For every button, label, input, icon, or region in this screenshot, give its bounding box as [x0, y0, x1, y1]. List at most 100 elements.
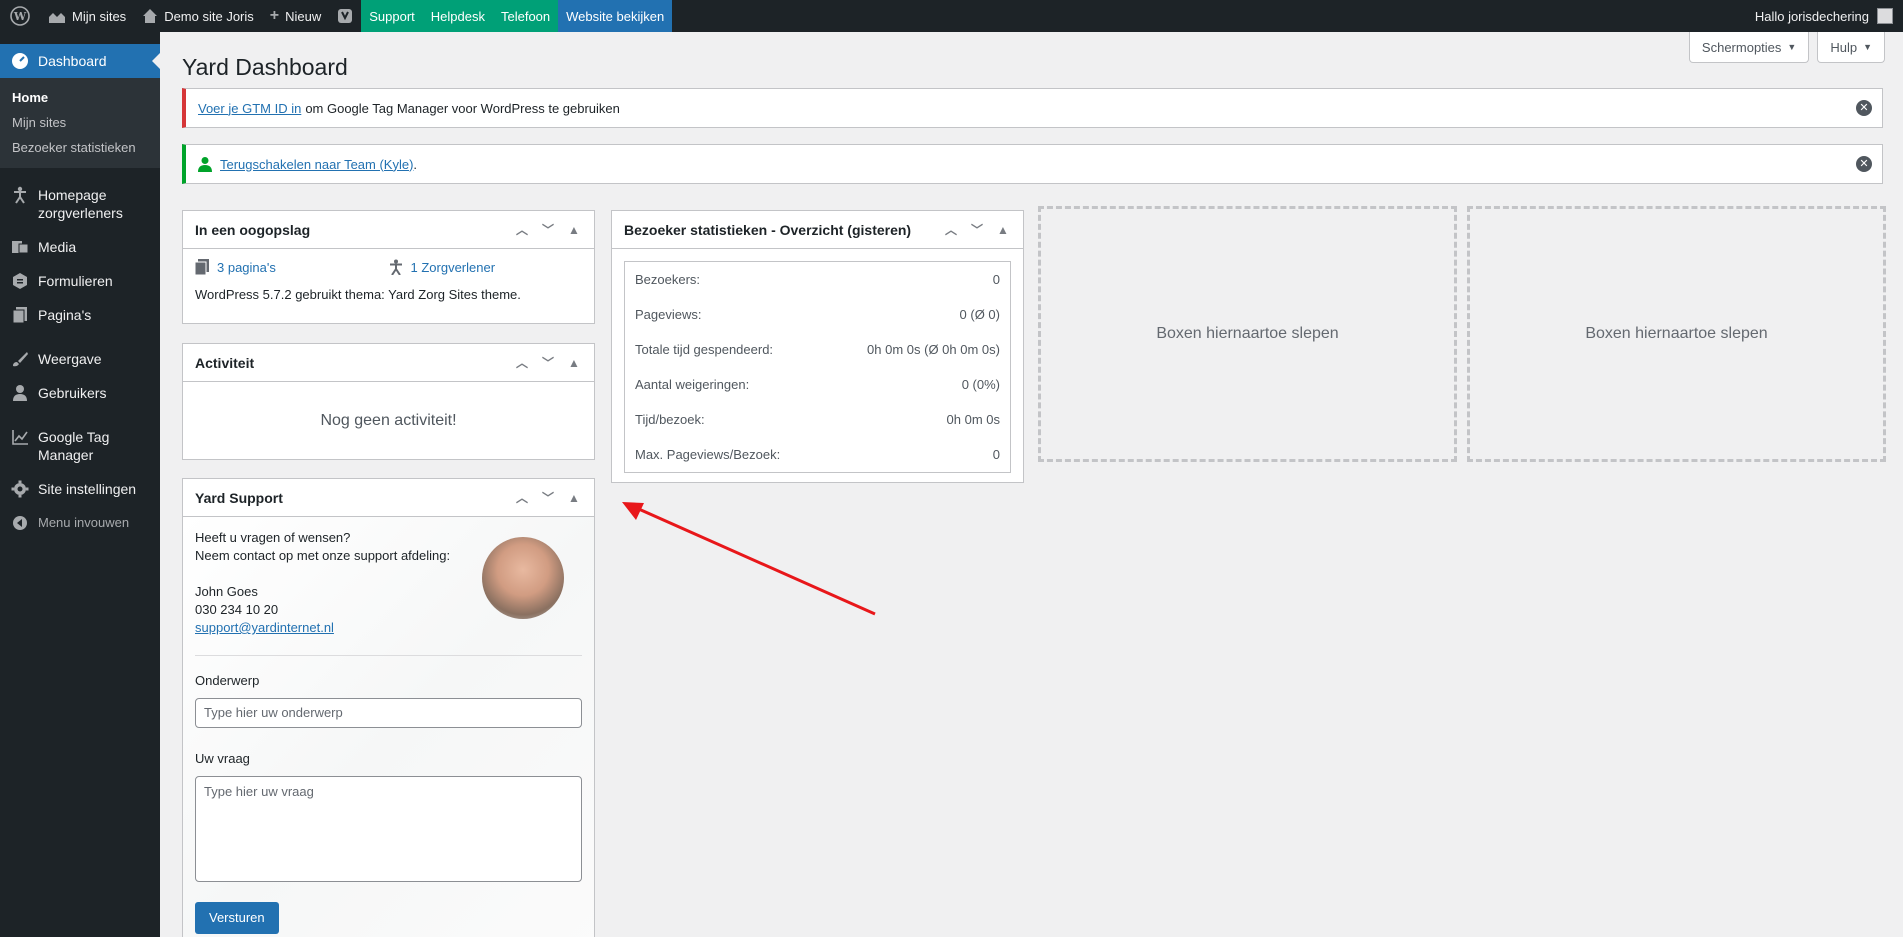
- sidebar-item-label: Formulieren: [38, 273, 113, 289]
- yoast-menu[interactable]: [329, 0, 361, 32]
- pages-count-link[interactable]: 3 pagina's: [217, 260, 276, 275]
- dashboard-submenu: Home Mijn sites Bezoeker statistieken: [0, 78, 160, 168]
- stat-value: 0 (Ø 0): [959, 307, 1000, 322]
- switch-back-link[interactable]: Terugschakelen naar Team (Kyle): [220, 157, 413, 172]
- widget-header[interactable]: Activiteit ︿ ﹀ ▲: [183, 344, 594, 382]
- avatar: [1877, 8, 1893, 24]
- support-contact-photo: [482, 537, 564, 619]
- widget-title: Activiteit: [195, 354, 255, 371]
- sidebar-item-label: Homepage zorgverleners: [38, 187, 123, 221]
- stats-table: Bezoekers: 0 Pageviews: 0 (Ø 0) Totale tij…: [624, 261, 1011, 473]
- submenu-my-sites[interactable]: Mijn sites: [0, 110, 160, 135]
- table-row: Aantal weigeringen: 0 (0%): [625, 367, 1010, 402]
- stat-label: Bezoekers:: [635, 272, 701, 287]
- sidebar-item-pages[interactable]: Pagina's: [0, 298, 160, 332]
- sidebar-item-label: Pagina's: [38, 307, 92, 323]
- svg-text:W: W: [13, 10, 27, 23]
- my-sites-menu[interactable]: Mijn sites: [40, 0, 134, 32]
- toggle-arrow-icon[interactable]: ▲: [566, 356, 582, 370]
- help-label: Hulp: [1830, 39, 1858, 55]
- move-down-icon[interactable]: ﹀: [540, 489, 556, 506]
- new-content-label: Nieuw: [285, 8, 322, 24]
- dismiss-icon[interactable]: ✕: [1856, 156, 1872, 172]
- page-title: Yard Dashboard: [182, 54, 348, 80]
- dashboard-icon: [10, 52, 30, 70]
- stat-label: Pageviews:: [635, 307, 702, 322]
- move-up-icon[interactable]: ︿: [514, 489, 530, 506]
- yoast-icon: [337, 7, 353, 25]
- site-name-menu[interactable]: Demo site Joris: [134, 0, 262, 32]
- drop-zone-column-3[interactable]: Boxen hiernaartoe slepen: [1038, 206, 1457, 462]
- toggle-arrow-icon[interactable]: ▲: [566, 491, 582, 505]
- sidebar-item-label: Dashboard: [38, 53, 107, 69]
- sidebar-item-forms[interactable]: Formulieren: [0, 264, 160, 298]
- sidebar-item-media[interactable]: Media: [0, 230, 160, 264]
- gtm-id-link[interactable]: Voer je GTM ID in: [198, 101, 301, 116]
- widget-title: In een oogopslag: [195, 221, 311, 238]
- screen-options-button[interactable]: Schermopties ▼: [1688, 32, 1810, 63]
- collapse-menu-button[interactable]: Menu invouwen: [0, 506, 160, 540]
- admin-bar: W Mijn sites Demo site Joris + Nieuw Sup…: [0, 0, 1903, 32]
- sidebar-item-dashboard[interactable]: Dashboard: [0, 44, 160, 78]
- annotation-arrow: [622, 502, 876, 616]
- dismiss-icon[interactable]: ✕: [1856, 100, 1872, 116]
- toggle-arrow-icon[interactable]: ▲: [566, 223, 582, 237]
- pages-icon: [10, 306, 30, 324]
- stat-value: 0: [992, 447, 1000, 462]
- stat-value: 0 (0%): [961, 377, 1000, 392]
- subject-input[interactable]: Type hier uw onderwerp: [195, 698, 582, 728]
- view-site-link[interactable]: Website bekijken: [558, 0, 673, 32]
- helpdesk-link[interactable]: Helpdesk: [422, 0, 493, 32]
- widget-header[interactable]: Bezoeker statistieken - Overzicht (giste…: [612, 211, 1023, 249]
- table-row: Totale tijd gespendeerd: 0h 0m 0s (Ø 0h 0…: [625, 332, 1010, 367]
- stat-label: Totale tijd gespendeerd:: [635, 342, 774, 357]
- switch-back-notice: Terugschakelen naar Team (Kyle) . ✕: [182, 144, 1883, 184]
- yard-support-widget: Yard Support ︿ ﹀ ▲ Heeft u vragen of wen…: [182, 478, 595, 937]
- sidebar-item-label: Weergave: [38, 351, 102, 367]
- person-icon: [10, 186, 30, 204]
- move-up-icon[interactable]: ︿: [514, 354, 530, 371]
- sidebar-item-users[interactable]: Gebruikers: [0, 376, 160, 410]
- wordpress-logo-icon[interactable]: W: [0, 0, 40, 32]
- move-down-icon[interactable]: ﹀: [969, 221, 985, 238]
- drop-zone-column-4[interactable]: Boxen hiernaartoe slepen: [1467, 206, 1886, 462]
- move-up-icon[interactable]: ︿: [514, 221, 530, 238]
- support-email-link[interactable]: support@yardinternet.nl: [195, 620, 334, 635]
- move-down-icon[interactable]: ﹀: [540, 221, 556, 238]
- widget-header[interactable]: Yard Support ︿ ﹀ ▲: [183, 479, 594, 517]
- account-menu[interactable]: Hallo jorisdechering: [1755, 0, 1903, 32]
- move-up-icon[interactable]: ︿: [943, 221, 959, 238]
- support-link[interactable]: Support: [361, 0, 423, 32]
- sidebar-item-homepage-zorgverleners[interactable]: Homepage zorgverleners: [0, 178, 160, 230]
- stat-value: 0h 0m 0s: [946, 412, 1000, 427]
- send-button[interactable]: Versturen: [195, 902, 279, 934]
- stat-value: 0h 0m 0s (Ø 0h 0m 0s): [867, 342, 1000, 357]
- greeting-label: Hallo jorisdechering: [1754, 8, 1869, 24]
- new-content-menu[interactable]: + Nieuw: [262, 0, 329, 32]
- toggle-arrow-icon[interactable]: ▲: [995, 223, 1011, 237]
- submenu-visitor-stats[interactable]: Bezoeker statistieken: [0, 135, 160, 160]
- gear-icon: [10, 480, 30, 498]
- submenu-home[interactable]: Home: [0, 85, 160, 110]
- move-down-icon[interactable]: ﹀: [540, 354, 556, 371]
- widget-header[interactable]: In een oogopslag ︿ ﹀ ▲: [183, 211, 594, 249]
- divider: [195, 655, 582, 656]
- visitor-stats-widget: Bezoeker statistieken - Overzicht (giste…: [611, 210, 1024, 483]
- stat-value: 0: [992, 272, 1000, 287]
- table-row: Max. Pageviews/Bezoek: 0: [625, 437, 1010, 472]
- providers-count-link[interactable]: 1 Zorgverlener: [411, 260, 496, 275]
- sidebar-item-google-tag-manager[interactable]: Google Tag Manager: [0, 420, 160, 472]
- question-textarea[interactable]: Type hier uw vraag: [195, 776, 582, 882]
- sidebar-item-site-settings[interactable]: Site instellingen: [0, 472, 160, 506]
- chart-line-icon: [10, 428, 30, 446]
- help-button[interactable]: Hulp ▼: [1817, 32, 1885, 63]
- activity-widget: Activiteit ︿ ﹀ ▲ Nog geen activiteit!: [182, 343, 595, 460]
- home-icon: [142, 8, 158, 24]
- switch-back-suffix: .: [413, 156, 418, 172]
- table-row: Tijd/bezoek: 0h 0m 0s: [625, 402, 1010, 437]
- sidebar-item-appearance[interactable]: Weergave: [0, 342, 160, 376]
- phone-link[interactable]: Telefoon: [492, 0, 559, 32]
- forms-icon: [10, 272, 30, 290]
- gtm-notice-text: om Google Tag Manager voor WordPress te …: [305, 100, 620, 116]
- stat-label: Max. Pageviews/Bezoek:: [635, 447, 781, 462]
